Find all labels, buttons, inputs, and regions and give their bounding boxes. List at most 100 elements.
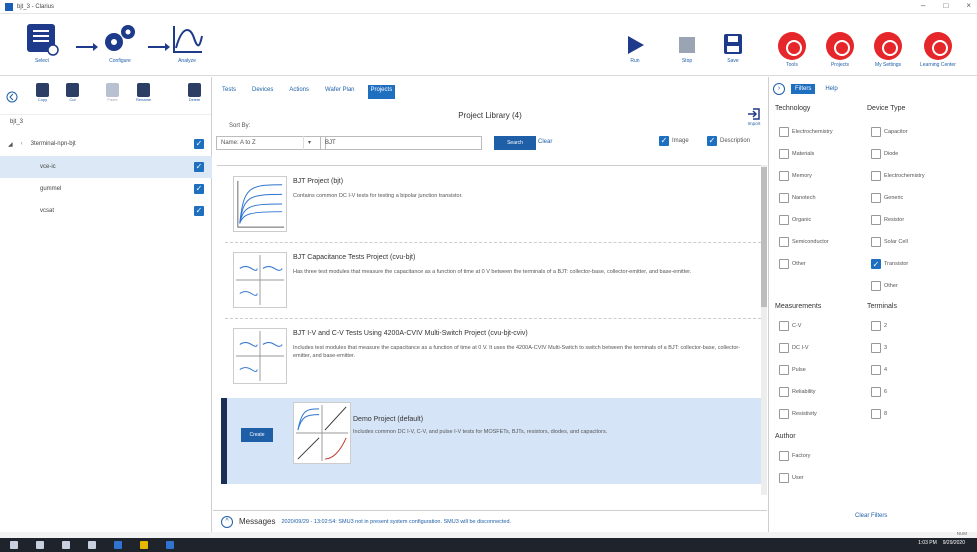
messages-label: Messages: [239, 517, 276, 526]
author-heading: Author: [775, 433, 796, 440]
expand-triangle-icon[interactable]: ◢: [8, 141, 13, 148]
search-input[interactable]: BJT: [320, 136, 482, 150]
analyze-button[interactable]: Analyze: [170, 22, 204, 64]
cut-button[interactable]: Cut: [66, 83, 79, 102]
expand-messages-icon[interactable]: ^: [221, 515, 233, 528]
filter-measurement[interactable]: Pulse: [779, 365, 806, 375]
filter-measurement[interactable]: C-V: [779, 321, 801, 331]
project-title: Demo Project (default): [353, 416, 424, 423]
tab-tests[interactable]: Tests: [219, 85, 239, 99]
chevron-down-icon[interactable]: ▾: [303, 136, 315, 150]
filter-device-type[interactable]: Electrochemistry: [871, 171, 925, 181]
checkbox-icon: [779, 409, 789, 419]
main-toolbar: Select Configure Analyze Run Stop Save T…: [0, 14, 977, 76]
tab-projects[interactable]: Projects: [367, 85, 396, 99]
filter-device-type[interactable]: Resistor: [871, 215, 904, 225]
filter-author[interactable]: Factory: [779, 451, 810, 461]
configure-button[interactable]: Configure: [100, 22, 140, 64]
collapse-panel-icon[interactable]: ›: [773, 83, 785, 95]
my-settings-button[interactable]: My Settings: [874, 32, 902, 68]
filter-technology[interactable]: Materials: [779, 149, 814, 159]
task-view-icon[interactable]: [62, 541, 70, 549]
import-icon: [748, 108, 760, 120]
tree-item-checkbox[interactable]: ✓: [194, 162, 204, 172]
filter-device-type[interactable]: Solar Cell: [871, 237, 908, 247]
file-explorer-icon[interactable]: [140, 541, 148, 549]
filter-device-type[interactable]: Other: [871, 281, 898, 291]
filter-technology[interactable]: Electrochemistry: [779, 127, 833, 137]
scrollbar-thumb[interactable]: [761, 167, 767, 307]
tab-wafer-plan[interactable]: Wafer Plan: [322, 85, 357, 99]
filters-panel: › Filters Help Technology Device Type El…: [768, 77, 977, 532]
stop-button[interactable]: Stop: [676, 34, 698, 64]
tree-item-test[interactable]: gummel ✓: [0, 178, 212, 200]
create-button[interactable]: Create: [241, 428, 273, 442]
select-button[interactable]: Select: [25, 22, 59, 64]
save-button[interactable]: Save: [722, 32, 744, 64]
checkbox-icon: [871, 193, 881, 203]
center-tabs: Tests Devices Actions Wafer Plan Project…: [213, 85, 396, 99]
run-button[interactable]: Run: [624, 34, 646, 64]
import-button[interactable]: Import: [747, 107, 761, 126]
analyze-graph-icon: [173, 26, 203, 53]
tab-help[interactable]: Help: [821, 84, 841, 94]
learning-center-button[interactable]: Learning Center: [920, 32, 956, 68]
clarius-app-icon[interactable]: [166, 541, 174, 549]
tools-button[interactable]: Tools: [778, 32, 806, 68]
project-card[interactable]: BJT Project (bjt) Contains common DC I-V…: [221, 170, 763, 244]
scissors-icon: [66, 83, 79, 97]
tab-filters[interactable]: Filters: [791, 84, 816, 94]
filter-measurement[interactable]: Resistivity: [779, 409, 817, 419]
clear-link[interactable]: Clear: [538, 139, 552, 145]
delete-button[interactable]: Delete: [188, 83, 201, 102]
windows-start-icon[interactable]: [10, 541, 18, 549]
title-bar: bjt_3 - Clarius – □ ×: [0, 0, 977, 14]
filter-terminals[interactable]: 8: [871, 409, 887, 419]
filter-device-type[interactable]: ✓ Transistor: [871, 259, 908, 269]
filter-measurement[interactable]: DC I-V: [779, 343, 809, 353]
tree-item-checkbox[interactable]: ✓: [194, 139, 204, 149]
filter-technology[interactable]: Other: [779, 259, 806, 269]
tree-item-checkbox[interactable]: ✓: [194, 184, 204, 194]
filter-author[interactable]: User: [779, 473, 804, 483]
tree-item-checkbox[interactable]: ✓: [194, 206, 204, 216]
filter-device-type[interactable]: Diode: [871, 149, 898, 159]
close-button[interactable]: ×: [966, 1, 971, 10]
project-card-selected[interactable]: Create Demo Project (default) Includes c…: [221, 398, 763, 484]
rename-button[interactable]: Rename: [136, 83, 151, 102]
clock-time[interactable]: 1:03 PM: [918, 540, 937, 546]
filter-technology[interactable]: Nanotech: [779, 193, 816, 203]
filter-terminals[interactable]: 6: [871, 387, 887, 397]
search-button[interactable]: Search: [494, 136, 536, 150]
filter-terminals[interactable]: 4: [871, 365, 887, 375]
maximize-button[interactable]: □: [943, 1, 948, 10]
clear-filters-link[interactable]: Clear Filters: [855, 513, 887, 519]
image-checkbox[interactable]: ✓ Image: [659, 136, 689, 146]
filter-terminals[interactable]: 2: [871, 321, 887, 331]
tree-item-device[interactable]: ◢ ‹ 3terminal-npn-bjt ✓: [0, 133, 212, 155]
tab-devices[interactable]: Devices: [249, 85, 276, 99]
filter-technology[interactable]: Organic: [779, 215, 811, 225]
terminals-heading: Terminals: [867, 303, 897, 310]
filter-device-type[interactable]: Capacitor: [871, 127, 908, 137]
search-icon[interactable]: [36, 541, 44, 549]
projects-button[interactable]: Projects: [826, 32, 854, 68]
edge-browser-icon[interactable]: [114, 541, 122, 549]
filter-technology[interactable]: Semiconductor: [779, 237, 829, 247]
tab-actions[interactable]: Actions: [286, 85, 312, 99]
filter-measurement[interactable]: Reliability: [779, 387, 816, 397]
filter-technology[interactable]: Memory: [779, 171, 812, 181]
tree-item-test[interactable]: vce-ic ✓: [0, 156, 212, 178]
clock-date[interactable]: 9/29/2020: [943, 540, 965, 546]
filter-terminals[interactable]: 3: [871, 343, 887, 353]
description-checkbox[interactable]: ✓ Description: [707, 136, 750, 146]
project-card[interactable]: BJT I-V and C-V Tests Using 4200A-CVIV M…: [221, 322, 763, 396]
collapse-panel-icon[interactable]: [6, 91, 18, 103]
taskbar-app-icon[interactable]: [88, 541, 96, 549]
copy-button[interactable]: Copy: [36, 83, 49, 102]
paste-button[interactable]: Paste: [106, 83, 119, 102]
minimize-button[interactable]: –: [921, 1, 925, 10]
project-card[interactable]: BJT Capacitance Tests Project (cvu-bjt) …: [221, 246, 763, 320]
tree-item-test[interactable]: vcsat ✓: [0, 200, 212, 222]
filter-device-type[interactable]: Generic: [871, 193, 903, 203]
